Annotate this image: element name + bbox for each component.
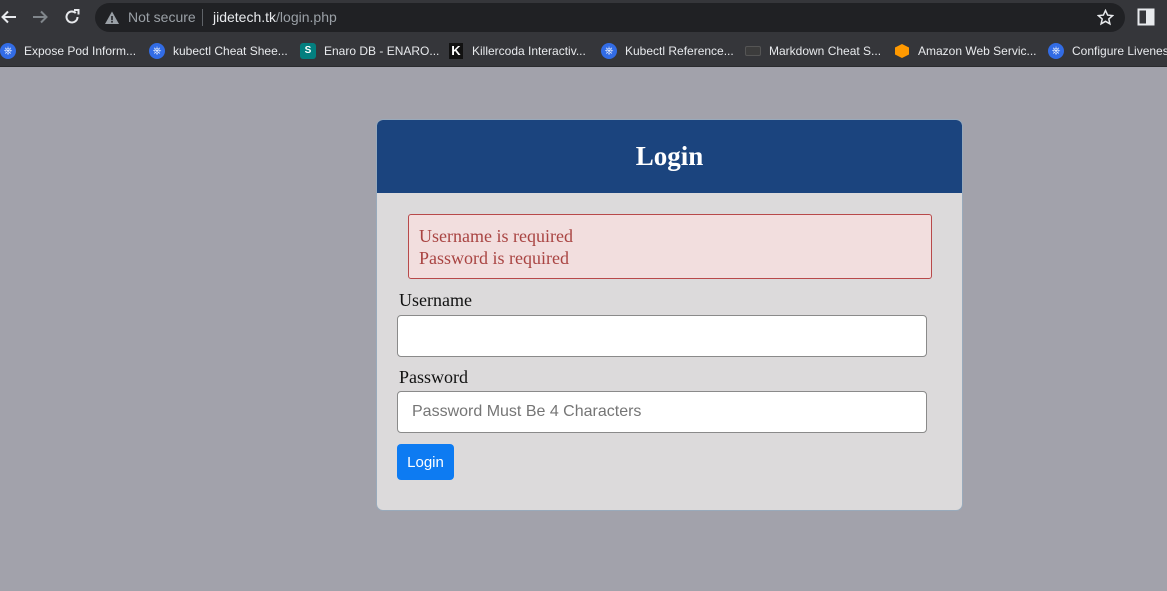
reload-icon: [65, 9, 80, 24]
browser-toolbar: Not secure jidetech.tk/login.php: [0, 0, 1167, 35]
bookmark-label: Markdown Cheat S...: [769, 44, 882, 58]
kubernetes-icon: ⎈: [0, 43, 16, 59]
kubernetes-icon: ⎈: [1048, 43, 1064, 59]
arrow-left-icon: [1, 10, 16, 24]
bookmark-star-icon[interactable]: [1097, 9, 1114, 26]
bookmark-item[interactable]: ⎈ Configure Livenes: [1048, 42, 1167, 60]
bookmark-item[interactable]: K Killercoda Interactiv...: [448, 42, 586, 60]
bookmark-label: Killercoda Interactiv...: [472, 44, 586, 58]
bookmark-label: Kubectl Reference...: [625, 44, 734, 58]
page-url[interactable]: jidetech.tk/login.php: [213, 9, 337, 25]
bookmark-item[interactable]: S Enaro DB - ENARO...: [300, 42, 439, 60]
security-status[interactable]: Not secure: [128, 9, 196, 25]
address-separator: [202, 9, 203, 26]
warning-icon: [105, 11, 119, 24]
password-input[interactable]: [397, 391, 927, 433]
bookmark-label: Enaro DB - ENARO...: [324, 44, 440, 58]
bookmark-item[interactable]: Amazon Web Servic...: [894, 42, 1037, 60]
forward-button[interactable]: [27, 4, 53, 30]
bookmark-item[interactable]: ⎈ Kubectl Reference...: [601, 42, 734, 60]
aws-icon: [895, 44, 909, 58]
password-label: Password: [399, 367, 469, 387]
login-card: Login Username is required Password is r…: [376, 119, 963, 511]
sharepoint-icon: S: [300, 43, 316, 59]
bookmark-item[interactable]: ⎈ Expose Pod Inform...: [0, 42, 136, 60]
killercoda-icon: K: [449, 43, 463, 59]
bookmark-label: Amazon Web Servic...: [918, 44, 1037, 58]
arrow-right-icon: [33, 10, 48, 24]
kubernetes-icon: ⎈: [601, 43, 617, 59]
bookmark-label: Expose Pod Inform...: [24, 44, 137, 58]
bookmark-item[interactable]: Markdown Cheat S...: [745, 42, 881, 60]
bookmarks-bar: ⎈ Expose Pod Inform... ⎈ kubectl Cheat S…: [0, 35, 1167, 67]
back-button[interactable]: [0, 4, 22, 30]
username-input[interactable]: [397, 315, 927, 357]
password-error-message: Password is required: [419, 248, 569, 268]
page-title: Login: [635, 141, 704, 171]
username-error-message: Username is required: [419, 226, 573, 246]
login-button[interactable]: Login: [397, 444, 454, 480]
kubernetes-icon: ⎈: [149, 43, 165, 59]
side-panel-icon[interactable]: [1137, 8, 1155, 26]
bookmark-label: Configure Livenes: [1072, 44, 1167, 58]
bookmark-item[interactable]: ⎈ kubectl Cheat Shee...: [149, 42, 288, 60]
error-alert: Username is required Password is require…: [408, 214, 932, 279]
url-host: jidetech.tk: [213, 9, 277, 25]
username-label: Username: [399, 290, 472, 310]
address-bar[interactable]: Not secure jidetech.tk/login.php: [95, 3, 1125, 32]
login-header: Login: [377, 120, 962, 193]
reload-button[interactable]: [59, 4, 85, 30]
markdown-icon: [745, 46, 761, 56]
url-path: /login.php: [276, 9, 337, 25]
bookmark-label: kubectl Cheat Shee...: [173, 44, 288, 58]
